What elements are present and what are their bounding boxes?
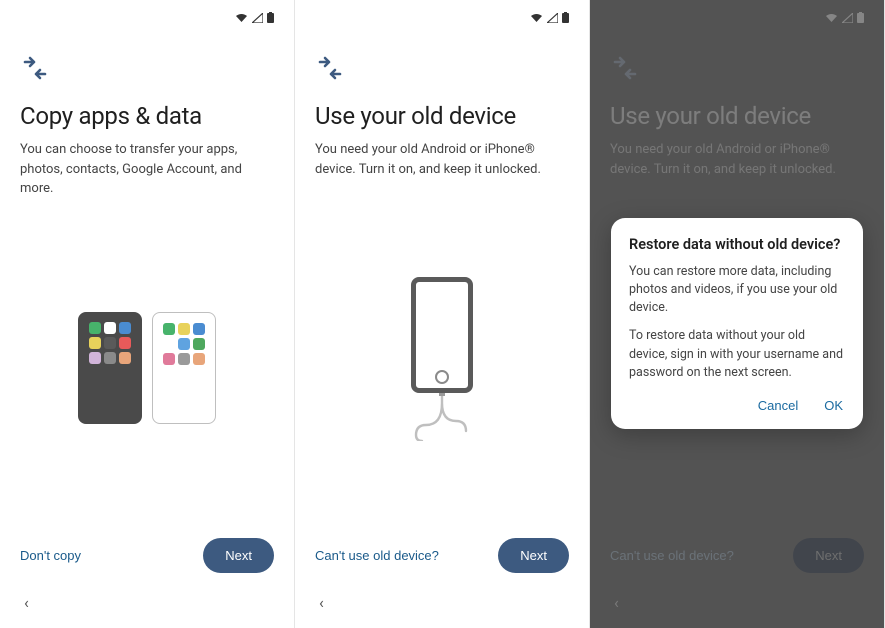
illustration-two-phones	[20, 219, 274, 519]
wifi-icon	[235, 13, 248, 26]
dont-copy-button[interactable]: Don't copy	[20, 548, 81, 563]
app-icon	[163, 338, 175, 350]
app-icon	[178, 338, 190, 350]
setup-screen-copy-data: Copy apps & data You can choose to trans…	[0, 0, 295, 628]
page-subtitle: You need your old Android or iPhone® dev…	[315, 140, 569, 179]
app-icon	[89, 322, 101, 334]
dialog-title: Restore data without old device?	[629, 236, 845, 253]
app-icon	[193, 323, 205, 335]
app-icon	[163, 323, 175, 335]
app-icon	[178, 353, 190, 365]
setup-screen-use-old-device: Use your old device You need your old An…	[295, 0, 590, 628]
app-icon	[104, 322, 116, 334]
app-icon	[193, 338, 205, 350]
modal-overlay[interactable]: Restore data without old device? You can…	[590, 0, 884, 628]
app-icon	[104, 337, 116, 349]
next-button[interactable]: Next	[498, 538, 569, 573]
dialog-body-1: You can restore more data, including pho…	[629, 263, 845, 317]
app-icon	[119, 337, 131, 349]
app-icon	[119, 352, 131, 364]
wifi-icon	[530, 13, 543, 26]
page-title: Use your old device	[315, 102, 569, 130]
app-icon	[89, 352, 101, 364]
app-icon	[119, 322, 131, 334]
cancel-button[interactable]: Cancel	[756, 392, 800, 419]
restore-data-dialog: Restore data without old device? You can…	[611, 218, 863, 429]
status-bar	[315, 10, 569, 28]
signal-icon	[252, 13, 263, 26]
battery-icon	[562, 12, 569, 26]
app-icon	[89, 337, 101, 349]
illustration-phone-cable	[315, 199, 569, 518]
ok-button[interactable]: OK	[822, 392, 845, 419]
next-button[interactable]: Next	[203, 538, 274, 573]
transfer-arrows-icon	[20, 56, 274, 84]
illustration-cable	[412, 391, 472, 441]
illustration-old-phone	[78, 312, 142, 424]
illustration-phone	[411, 277, 473, 393]
app-icon	[178, 323, 190, 335]
status-bar	[20, 10, 274, 28]
page-title: Copy apps & data	[20, 102, 274, 130]
setup-screen-use-old-device-dialog: Use your old device You need your old An…	[590, 0, 885, 628]
transfer-arrows-icon	[315, 56, 569, 84]
dialog-body-2: To restore data without your old device,…	[629, 327, 845, 381]
battery-icon	[267, 12, 274, 26]
app-icon	[163, 353, 175, 365]
page-subtitle: You can choose to transfer your apps, ph…	[20, 140, 274, 199]
chevron-left-icon[interactable]: ‹	[20, 591, 40, 614]
cant-use-old-device-button[interactable]: Can't use old device?	[315, 548, 439, 563]
illustration-new-phone	[152, 312, 216, 424]
signal-icon	[547, 13, 558, 26]
app-icon	[104, 352, 116, 364]
app-icon	[193, 353, 205, 365]
chevron-left-icon[interactable]: ‹	[315, 591, 335, 614]
